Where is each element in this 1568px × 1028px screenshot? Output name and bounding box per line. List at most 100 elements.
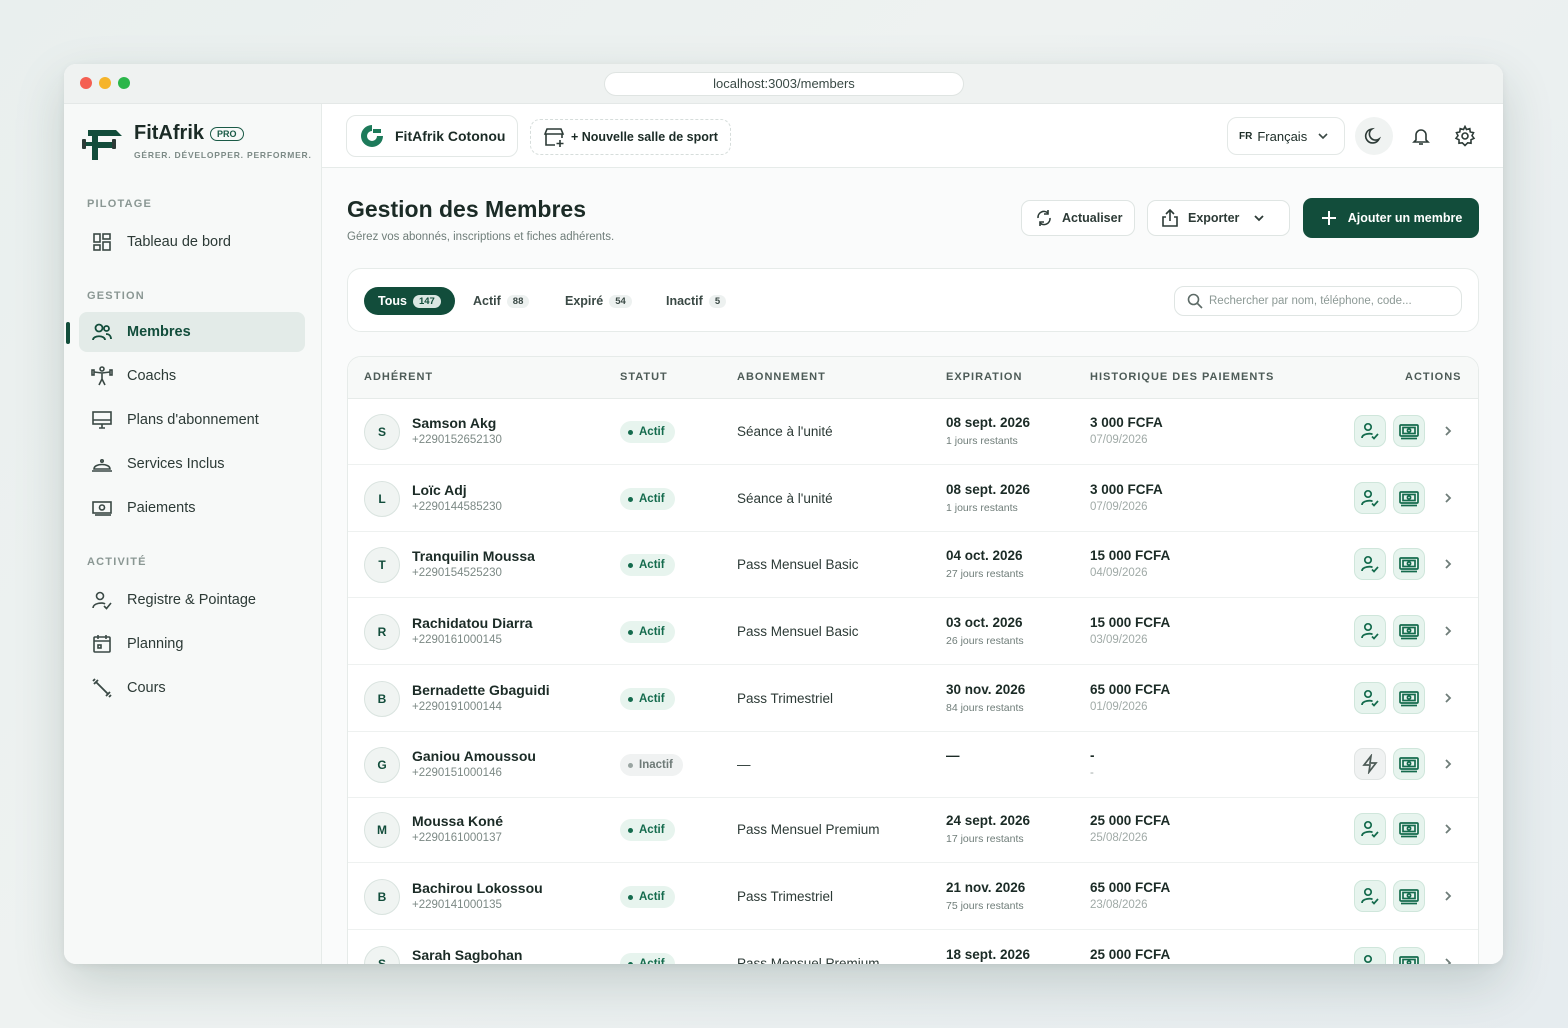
tab-inactif[interactable]: Inactif 5 [652, 287, 740, 315]
status-badge: Actif [620, 554, 675, 576]
minimize-window-button[interactable] [99, 77, 111, 89]
status-dot [628, 696, 633, 702]
table-row[interactable]: S Samson Akg +2290152652130 Actif Séance à l… [348, 399, 1478, 465]
payment-button[interactable] [1393, 415, 1425, 447]
table-row[interactable]: B Bachirou Lokossou +2290141000135 Actif Pas… [348, 864, 1478, 930]
payment-button[interactable] [1393, 482, 1425, 514]
subscription-plan: Pass Trimestriel [737, 691, 834, 706]
checkin-button[interactable] [1354, 482, 1386, 514]
payment-date: 07/09/2026 [1090, 434, 1148, 446]
checkin-button[interactable] [1354, 682, 1386, 714]
tab-expire[interactable]: Expiré 54 [551, 287, 646, 315]
search-input[interactable] [1209, 295, 1449, 307]
sidebar-item-cours[interactable]: Cours [79, 668, 305, 708]
section-label-pilotage: PILOTAGE [87, 198, 153, 210]
row-details-button[interactable] [1438, 754, 1458, 774]
sidebar-item-planning[interactable]: Planning [79, 624, 305, 664]
table-row[interactable]: G Ganiou Amoussou +2290151000146 Inactif — — -… [348, 732, 1478, 798]
tab-label: Inactif [666, 294, 703, 308]
sidebar-item-registre[interactable]: Registre & Pointage [79, 580, 305, 620]
sidebar-item-label: Cours [127, 680, 166, 696]
active-indicator [66, 322, 70, 344]
payment-amount: 25 000 FCFA [1090, 813, 1171, 828]
payment-button[interactable] [1393, 880, 1425, 912]
table-row[interactable]: M Moussa Koné +2290161000137 Actif Pass Mens… [348, 797, 1478, 863]
checkin-button[interactable] [1354, 813, 1386, 845]
add-member-button[interactable]: Ajouter un membre [1303, 198, 1479, 238]
dumbbell-icon [91, 677, 113, 699]
plus-icon [1321, 211, 1336, 225]
checkin-button[interactable] [1354, 880, 1386, 912]
payment-button[interactable] [1393, 615, 1425, 647]
export-button[interactable]: Exporter [1147, 200, 1290, 236]
close-window-button[interactable] [80, 77, 92, 89]
notifications-button[interactable] [1402, 117, 1440, 155]
chevron-right-icon [1445, 426, 1452, 436]
payment-button[interactable] [1393, 682, 1425, 714]
row-details-button[interactable] [1438, 688, 1458, 708]
row-details-button[interactable] [1438, 488, 1458, 508]
payment-button[interactable] [1393, 548, 1425, 580]
payment-button[interactable] [1393, 947, 1425, 964]
section-label-gestion: GESTION [87, 290, 145, 302]
table-row[interactable]: S Sarah Sagbohan Actif Pass Mensuel Premium… [348, 931, 1478, 964]
tab-label: Tous [378, 294, 407, 308]
sidebar-item-services[interactable]: Services Inclus [79, 444, 305, 484]
member-name[interactable]: Loïc Adj [412, 482, 467, 498]
subscription-plan: Pass Trimestriel [737, 889, 834, 904]
member-name[interactable]: Ganiou Amoussou [412, 748, 536, 764]
tab-actif[interactable]: Actif 88 [459, 287, 543, 315]
status-dot [628, 496, 633, 502]
sidebar-item-dashboard[interactable]: Tableau de bord [79, 222, 305, 262]
member-name[interactable]: Bachirou Lokossou [412, 880, 543, 896]
member-phone: +2290151000146 [412, 767, 502, 779]
row-details-button[interactable] [1438, 953, 1458, 964]
table-row[interactable]: B Bernadette Gbaguidi +2290191000144 Actif P… [348, 666, 1478, 732]
member-name[interactable]: Moussa Koné [412, 813, 503, 829]
share-icon [1162, 208, 1178, 227]
new-gym-button[interactable]: + Nouvelle salle de sport [530, 119, 731, 155]
table-row[interactable]: T Tranquilin Moussa +2290154525230 Actif Pas… [348, 532, 1478, 598]
bell-icon [1412, 129, 1430, 145]
refresh-button[interactable]: Actualiser [1021, 200, 1136, 236]
table-row[interactable]: R Rachidatou Diarra +2290161000145 Actif Pas… [348, 599, 1478, 665]
row-details-button[interactable] [1438, 554, 1458, 574]
sidebar-item-label: Planning [127, 636, 184, 652]
theme-toggle-button[interactable] [1355, 117, 1393, 155]
checkin-button[interactable] [1354, 415, 1386, 447]
member-name[interactable]: Samson Akg [412, 415, 496, 431]
row-details-button[interactable] [1438, 819, 1458, 839]
row-details-button[interactable] [1438, 421, 1458, 441]
table-row[interactable]: L Loïc Adj +2290144585230 Actif Séance à l'u… [348, 466, 1478, 532]
payment-button[interactable] [1393, 748, 1425, 780]
tab-tous[interactable]: Tous 147 [364, 287, 455, 315]
member-name[interactable]: Bernadette Gbaguidi [412, 682, 550, 698]
settings-button[interactable] [1446, 117, 1484, 155]
language-select[interactable]: FR Français [1227, 117, 1345, 155]
maximize-window-button[interactable] [118, 77, 130, 89]
checkin-button[interactable] [1354, 548, 1386, 580]
days-remaining: 75 jours restants [946, 900, 1024, 912]
sidebar-item-plans[interactable]: Plans d'abonnement [79, 400, 305, 440]
sidebar-item-paiements[interactable]: Paiements [79, 488, 305, 528]
activate-button[interactable] [1354, 748, 1386, 780]
gym-selector[interactable]: FitAfrik Cotonou [346, 115, 519, 157]
sidebar-item-membres[interactable]: Membres [79, 312, 305, 352]
brand-logo[interactable]: FitAfrik PRO GÉRER. DÉVELOPPER. PERFORME… [82, 122, 312, 166]
row-details-button[interactable] [1438, 621, 1458, 641]
member-name[interactable]: Rachidatou Diarra [412, 615, 533, 631]
chevron-right-icon [1445, 958, 1452, 964]
row-details-button[interactable] [1438, 886, 1458, 906]
member-name[interactable]: Tranquilin Moussa [412, 548, 535, 564]
user-check-icon [1361, 422, 1379, 440]
checkin-button[interactable] [1354, 615, 1386, 647]
sidebar-item-label: Plans d'abonnement [127, 412, 259, 428]
checkin-button[interactable] [1354, 947, 1386, 964]
chevron-right-icon [1445, 493, 1452, 503]
table-header: ADHÉRENT STATUT ABONNEMENT EXPIRATION HI… [348, 357, 1478, 399]
payment-button[interactable] [1393, 813, 1425, 845]
sidebar-item-coachs[interactable]: Coachs [79, 356, 305, 396]
url-bar[interactable]: localhost:3003/members [604, 72, 964, 96]
member-name[interactable]: Sarah Sagbohan [412, 947, 522, 963]
add-member-label: Ajouter un membre [1347, 211, 1463, 225]
